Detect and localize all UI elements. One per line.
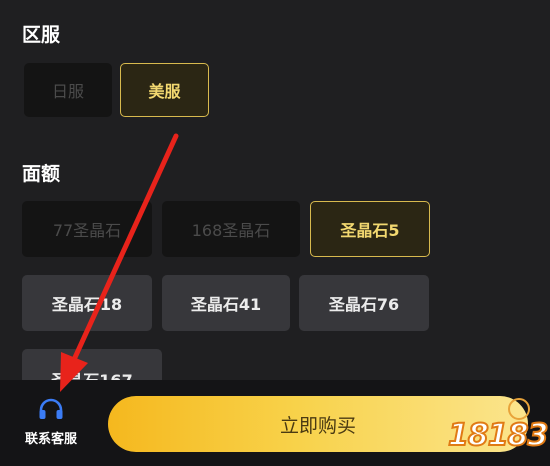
customer-service-label: 联系客服 <box>24 432 77 447</box>
buy-now-button[interactable]: 立即购买 <box>108 396 528 452</box>
region-option-jp[interactable]: 日服 <box>24 63 112 117</box>
amount-section-title: 面额 <box>22 163 61 185</box>
amount-option-168[interactable]: 168圣晶石 <box>162 201 300 257</box>
region-section-title: 区服 <box>22 24 61 46</box>
headset-icon <box>39 398 63 419</box>
amount-option-18[interactable]: 圣晶石18 <box>22 275 152 331</box>
customer-service-button[interactable]: 联系客服 <box>10 392 92 456</box>
region-option-us[interactable]: 美服 <box>120 63 209 117</box>
amount-option-5[interactable]: 圣晶石5 <box>310 201 430 257</box>
amount-option-77[interactable]: 77圣晶石 <box>22 201 152 257</box>
amount-option-76[interactable]: 圣晶石76 <box>299 275 429 331</box>
amount-option-41[interactable]: 圣晶石41 <box>162 275 290 331</box>
